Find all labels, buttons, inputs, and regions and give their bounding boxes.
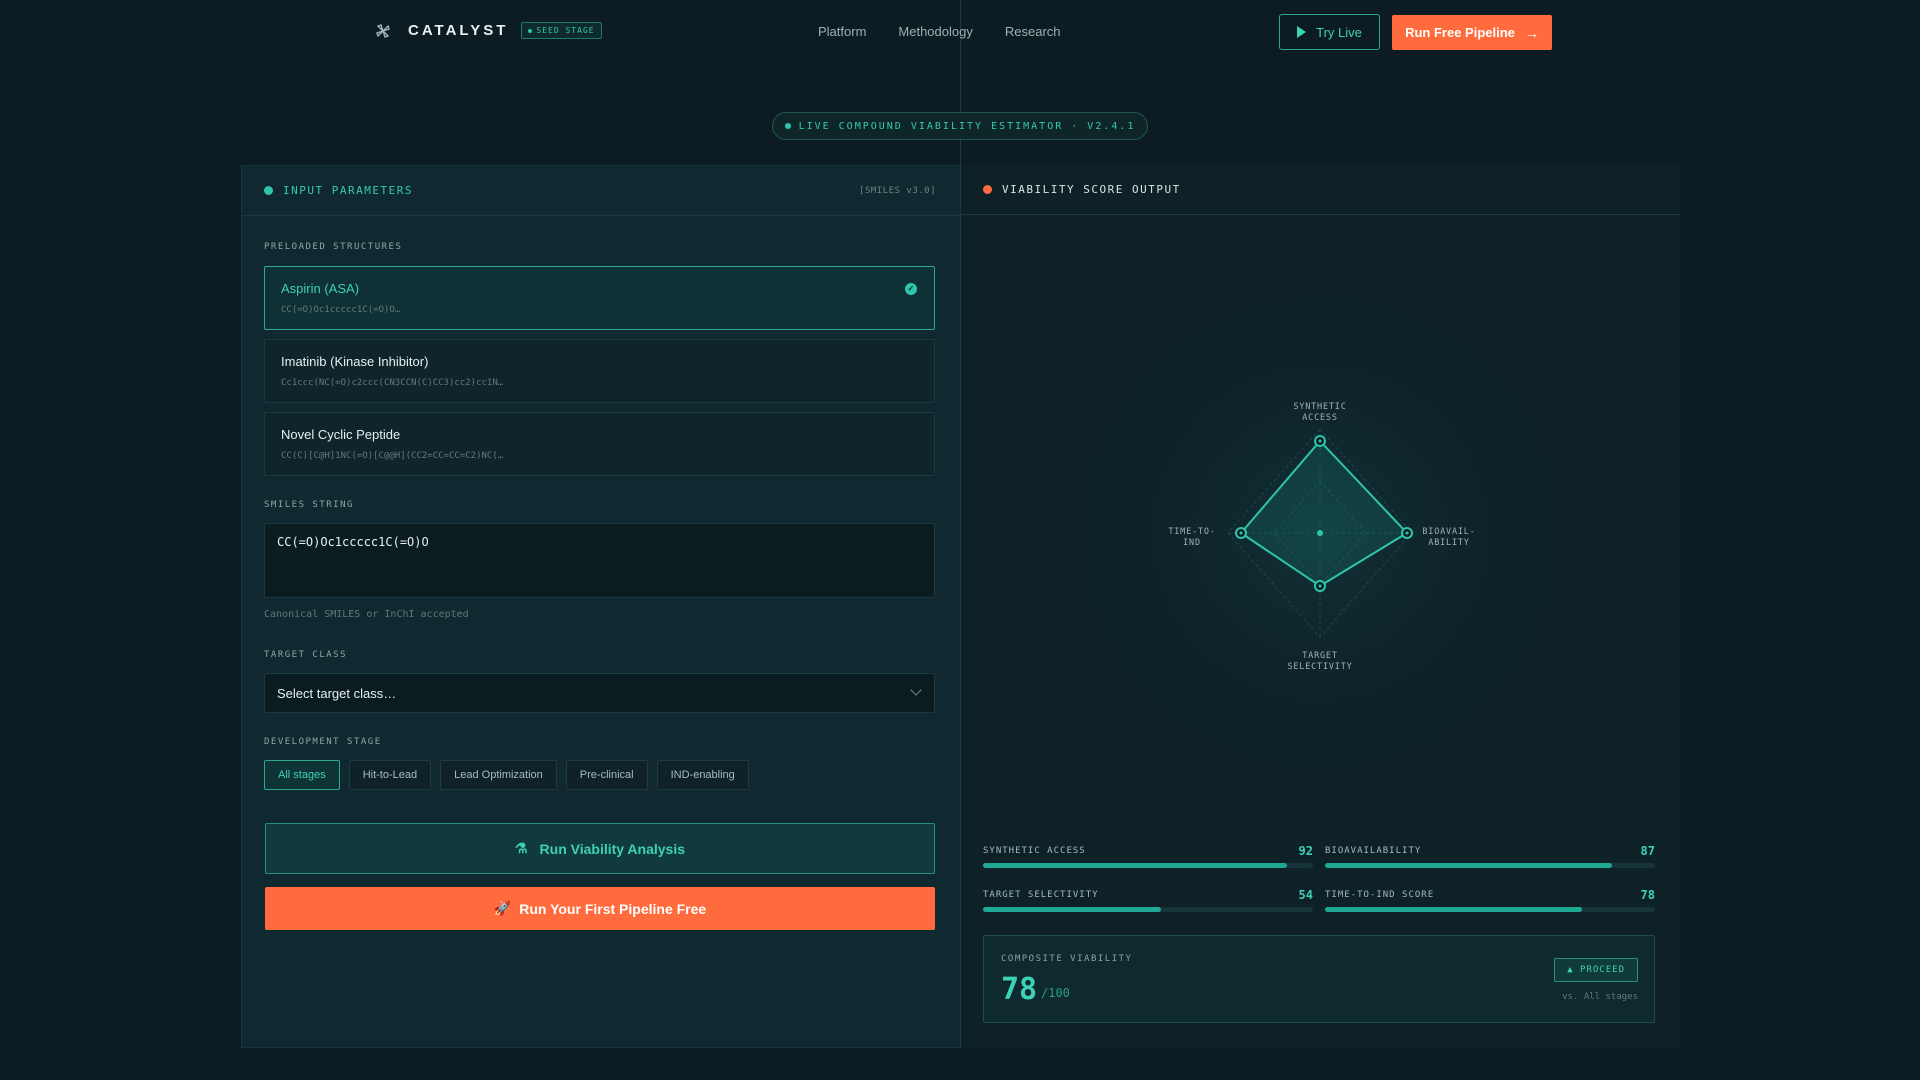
live-dot-icon [784,123,791,129]
stage-chip-hit-to-lead[interactable]: Hit-to-Lead [348,760,432,790]
viability-radar-chart [1050,263,1590,803]
radar-label-target-selectivity: TARGET SELECTIVITY [1287,651,1353,672]
stage-chip-ind-enabling[interactable]: IND-enabling [656,760,749,790]
seed-stage-badge: SEED STAGE [521,22,602,39]
radar-label-time-to-ind: TIME-TO- IND [1168,527,1216,548]
run-free-pipeline-button[interactable]: Run Free Pipeline → [1392,15,1552,50]
input-panel-header: INPUT PARAMETERS [SMILES v3.0] [242,166,960,216]
run-viability-analysis-button[interactable]: ⚗ Run Viability Analysis [265,823,935,874]
structure-card-peptide[interactable]: Novel Cyclic Peptide CC(C)[C@H]1NC(=O)[C… [264,412,935,476]
check-icon: ✓ [905,283,917,295]
radar-center [1317,530,1323,536]
metric-bar-fill [983,907,1162,912]
composite-viability-card: COMPOSITE VIABILITY 78 /100 ▲ PROCEED vs… [983,935,1655,1023]
rocket-icon: 🚀 [493,900,512,916]
brand-name: CATALYST [408,22,509,39]
preloaded-label: PRELOADED STRUCTURES [264,242,403,252]
run-first-pipeline-button[interactable]: 🚀 Run Your First Pipeline Free [265,887,935,930]
smiles-hint: Canonical SMILES or InChI accepted [264,609,469,620]
composite-denominator: /100 [1041,986,1070,1000]
flask-icon: ⚗ [514,840,528,856]
live-estimator-pill: LIVE COMPOUND VIABILITY ESTIMATOR · V2.4… [772,112,1148,140]
try-live-button[interactable]: Try Live [1279,14,1380,50]
structure-card-aspirin[interactable]: Aspirin (ASA) CC(=O)Oc1ccccc1C(=O)O… ✓ [264,266,935,330]
comparison-label: vs. All stages [1562,992,1638,1002]
composite-score: 78 [1001,972,1038,1007]
metric-bar-fill [1325,907,1583,912]
proceed-badge: ▲ PROCEED [1554,958,1638,982]
radar-label-bioavailability: BIOAVAIL- ABILITY [1422,527,1476,548]
stage-chips: All stages Hit-to-Lead Lead Optimization… [264,760,749,790]
catalyst-logo-icon [376,23,390,38]
nav-link-research[interactable]: Research [1005,24,1061,39]
brand[interactable]: CATALYST SEED STAGE [375,22,602,39]
viability-output-panel: VIABILITY SCORE OUTPUT SYNTHETIC ACCESS B… [961,165,1680,1048]
status-dot-icon [264,186,273,195]
chevron-down-icon [910,684,922,696]
input-panel-title: INPUT PARAMETERS [283,184,413,197]
arrow-right-icon: → [1524,24,1539,41]
nav-link-platform[interactable]: Platform [818,24,866,39]
development-stage-label: DEVELOPMENT STAGE [264,737,382,747]
radar-label-synthetic-access: SYNTHETIC ACCESS [1293,402,1347,423]
metric-bar-fill [1325,863,1613,868]
smiles-input[interactable]: CC(=O)Oc1ccccc1C(=O)O [264,523,935,598]
nav-links: Platform Methodology Research [818,24,1061,39]
target-class-select[interactable]: Select target class… [264,673,935,713]
metric-bar-fill [983,863,1287,868]
top-nav: CATALYST SEED STAGE Platform Methodology… [0,0,1920,64]
composite-label: COMPOSITE VIABILITY [1001,954,1133,964]
play-icon [1297,26,1307,38]
structure-card-imatinib[interactable]: Imatinib (Kinase Inhibitor) Cc1ccc(NC(=O… [264,339,935,403]
smiles-label: SMILES STRING [264,500,354,510]
stage-chip-pre-clinical[interactable]: Pre-clinical [565,760,648,790]
stage-chip-all[interactable]: All stages [264,760,340,790]
nav-link-methodology[interactable]: Methodology [898,24,972,39]
stage-chip-lead-optimization[interactable]: Lead Optimization [440,760,557,790]
smiles-version: [SMILES v3.0] [859,185,936,196]
input-parameters-panel: INPUT PARAMETERS [SMILES v3.0] PRELOADED… [241,165,960,1048]
target-class-label: TARGET CLASS [264,650,348,660]
